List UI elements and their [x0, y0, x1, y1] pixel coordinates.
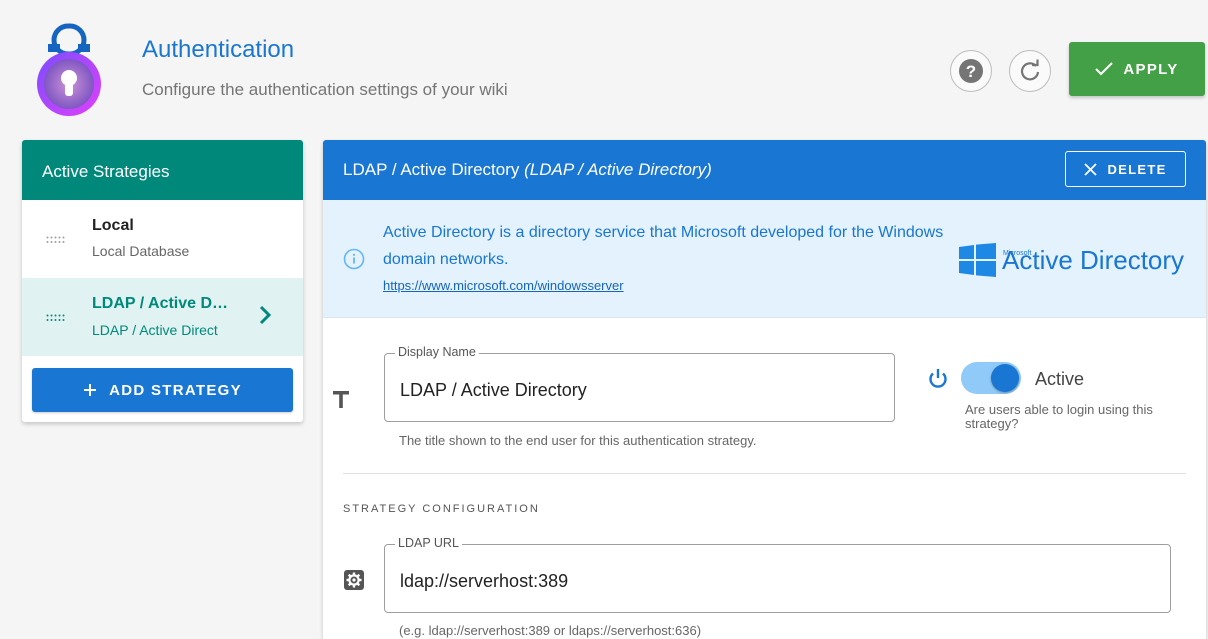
strategy-item-local[interactable]: Local Local Database [22, 200, 303, 278]
ldap-url-field[interactable]: LDAP URL ldap://serverhost:389 [384, 536, 1171, 613]
active-toggle-hint: Are users able to login using this strat… [965, 402, 1153, 431]
check-icon [1095, 62, 1114, 76]
strategy-title: Local [92, 217, 134, 234]
apply-button[interactable]: APPLY [1069, 42, 1205, 96]
display-name-label: Display Name [395, 345, 479, 359]
active-strategies-panel: Active Strategies Local Local Database L… [22, 140, 303, 422]
apply-label: APPLY [1123, 60, 1179, 78]
add-strategy-label: ADD STRATEGY [109, 381, 242, 399]
text-format-icon [333, 388, 349, 414]
refresh-icon [1020, 59, 1040, 81]
page-title: Authentication [142, 36, 295, 63]
strategy-header: LDAP / Active Directory (LDAP / Active D… [323, 140, 1206, 200]
authentication-lock-icon [34, 22, 106, 118]
add-strategy-button[interactable]: ADD STRATEGY [32, 368, 293, 412]
ldap-url-label: LDAP URL [395, 536, 462, 550]
drag-handle-icon[interactable] [46, 314, 68, 322]
microsoft-logo-text: Microsoft [1003, 250, 1032, 257]
delete-button[interactable]: DELETE [1065, 151, 1186, 187]
strategy-detail-panel: LDAP / Active Directory (LDAP / Active D… [323, 140, 1206, 639]
strategy-header-key: (LDAP / Active Directory) [524, 160, 712, 179]
ldap-url-input[interactable]: ldap://serverhost:389 [400, 571, 568, 592]
info-icon [343, 248, 365, 275]
ldap-url-hint: (e.g. ldap://serverhost:389 or ldaps://s… [399, 623, 702, 638]
svg-text:?: ? [966, 62, 976, 81]
power-icon [928, 368, 948, 395]
active-toggle[interactable] [961, 362, 1021, 394]
close-icon [1084, 162, 1098, 176]
drag-handle-icon[interactable] [46, 236, 68, 244]
strategy-configuration-heading: STRATEGY CONFIGURATION [343, 503, 540, 515]
page-subtitle: Configure the authentication settings of… [142, 80, 508, 99]
active-directory-logo: Microsoft Active Directory [959, 243, 1184, 277]
help-icon: ? [959, 59, 983, 83]
strategy-subtitle: LDAP / Active Direct [92, 322, 218, 338]
strategy-subtitle: Local Database [92, 243, 190, 259]
active-toggle-label: Active [1035, 369, 1085, 389]
delete-label: DELETE [1107, 161, 1167, 177]
divider [343, 473, 1186, 474]
display-name-input[interactable]: LDAP / Active Directory [400, 380, 587, 401]
strategy-title: LDAP / Active D… [92, 295, 229, 312]
strategy-header-title: LDAP / Active Directory [343, 160, 520, 179]
info-alert: Active Directory is a directory service … [323, 200, 1206, 318]
help-button[interactable]: ? [950, 50, 992, 92]
active-strategies-title: Active Strategies [22, 140, 303, 200]
plus-icon [84, 384, 97, 396]
display-name-field[interactable]: Display Name LDAP / Active Directory [384, 345, 895, 422]
refresh-button[interactable] [1009, 50, 1051, 92]
settings-box-icon [344, 570, 364, 595]
toggle-knob [991, 364, 1019, 392]
windows-logo-icon [959, 243, 996, 277]
chevron-right-icon [258, 304, 272, 331]
info-link[interactable]: https://www.microsoft.com/windowsserver [383, 278, 624, 293]
display-name-hint: The title shown to the end user for this… [399, 433, 757, 448]
strategy-item-ldap[interactable]: LDAP / Active D… LDAP / Active Direct [22, 278, 303, 356]
info-text: Active Directory is a directory service … [383, 224, 944, 268]
